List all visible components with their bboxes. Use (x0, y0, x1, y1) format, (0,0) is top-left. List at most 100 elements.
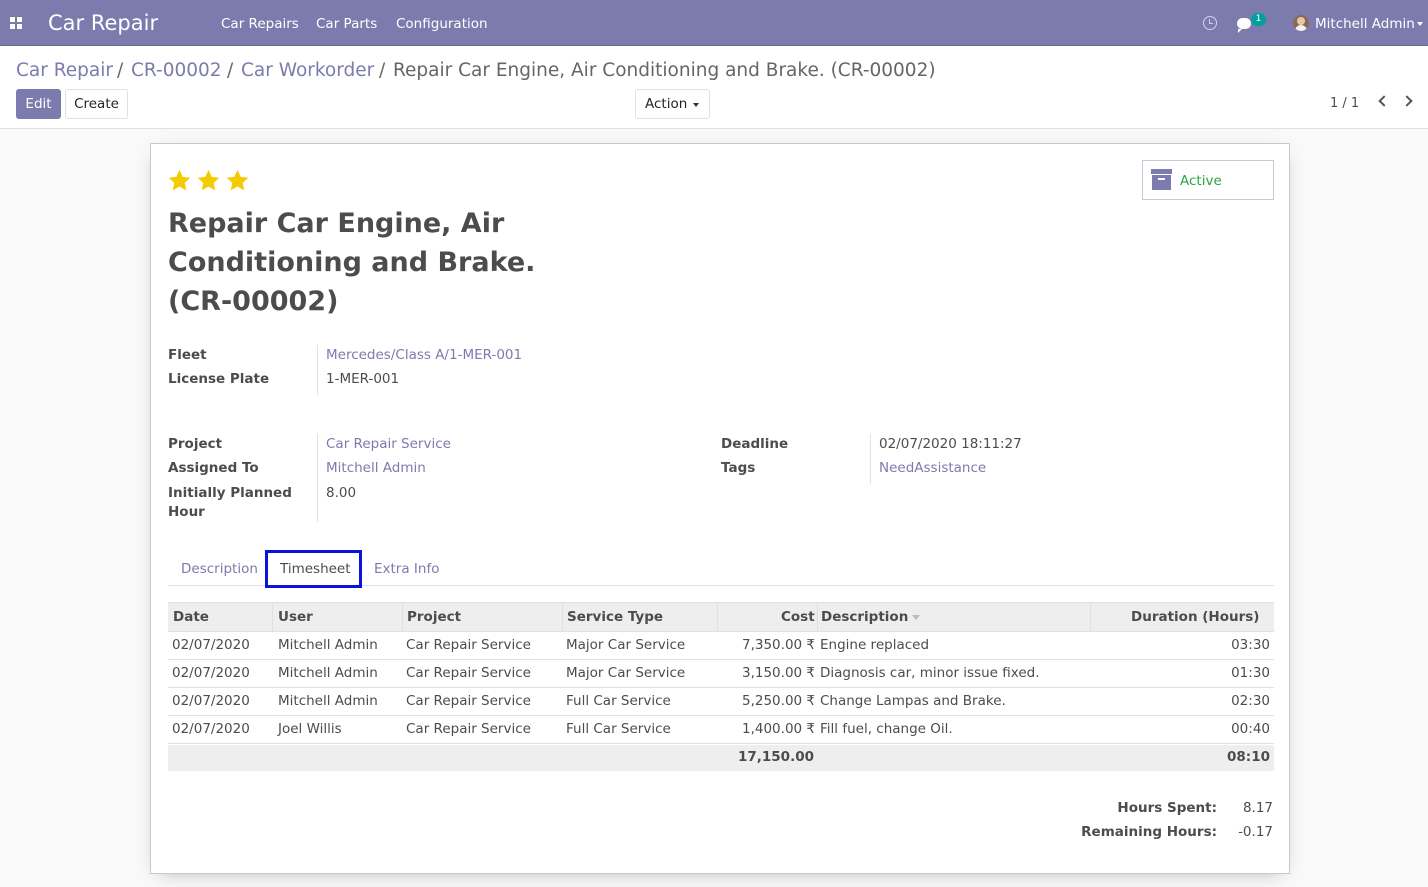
cell-duration: 01:30 (1231, 665, 1270, 681)
table-row[interactable]: 02/07/2020 Mitchell Admin Car Repair Ser… (168, 688, 1274, 716)
cell-project: Car Repair Service (406, 721, 531, 737)
chat-count-badge: 1 (1251, 13, 1266, 26)
menu-car-parts[interactable]: Car Parts (316, 16, 377, 32)
col-project[interactable]: Project (407, 609, 461, 625)
project-label: Project (168, 436, 223, 452)
caret-down-icon (693, 103, 699, 107)
chevron-down-icon[interactable] (1417, 22, 1423, 26)
menu-car-repairs[interactable]: Car Repairs (221, 16, 299, 32)
cell-date: 02/07/2020 (172, 637, 250, 653)
tags-label: Tags (721, 460, 756, 476)
cell-user: Joel Willis (278, 721, 342, 737)
planned-hours-value: 8.00 (326, 485, 357, 501)
cell-duration: 03:30 (1231, 637, 1270, 653)
active-toggle-button[interactable]: Active (1142, 160, 1274, 200)
remaining-hours-label: Remaining Hours: (1081, 824, 1217, 840)
tab-extra-info[interactable]: Extra Info (374, 561, 439, 577)
user-menu[interactable]: Mitchell Admin (1315, 16, 1415, 32)
total-duration: 08:10 (1227, 749, 1270, 765)
hours-spent-value: 8.17 (1242, 800, 1273, 816)
record-title: Repair Car Engine, Air Conditioning and … (168, 208, 536, 317)
field-divider (317, 434, 318, 522)
breadcrumb-separator: / (117, 60, 124, 81)
assigned-to-label: Assigned To (168, 460, 259, 476)
tab-description[interactable]: Description (181, 561, 258, 577)
col-date[interactable]: Date (173, 609, 209, 625)
hours-spent-label: Hours Spent: (1117, 800, 1217, 816)
menu-configuration[interactable]: Configuration (396, 16, 488, 32)
app-title[interactable]: Car Repair (48, 11, 158, 35)
cell-duration: 02:30 (1231, 693, 1270, 709)
cell-date: 02/07/2020 (172, 721, 250, 737)
table-row[interactable]: 02/07/2020 Mitchell Admin Car Repair Ser… (168, 632, 1274, 660)
breadcrumb-separator: / (227, 60, 234, 81)
assigned-to-value[interactable]: Mitchell Admin (326, 459, 426, 478)
breadcrumb-cr-00002[interactable]: CR-00002 (131, 60, 222, 81)
planned-hours-label: Initially Planned Hour (168, 485, 292, 520)
cell-project: Car Repair Service (406, 693, 531, 709)
fleet-value[interactable]: Mercedes/Class A/1-MER-001 (326, 346, 522, 365)
total-cost: 17,150.00 (737, 749, 814, 765)
cell-project: Car Repair Service (406, 665, 531, 681)
breadcrumb-current: Repair Car Engine, Air Conditioning and … (393, 60, 936, 81)
col-description-label: Description (821, 609, 909, 625)
cell-project: Car Repair Service (406, 637, 531, 653)
cell-description: Change Lampas and Brake. (820, 693, 1006, 709)
chevron-right-icon[interactable] (1401, 95, 1413, 107)
cell-service-type: Full Car Service (566, 721, 671, 737)
col-user[interactable]: User (278, 609, 313, 625)
pager-value[interactable]: 1 / 1 (1330, 96, 1359, 111)
tag-need-assistance[interactable]: NeedAssistance (879, 459, 986, 478)
cell-cost: 1,400.00 ₹ (742, 721, 815, 737)
table-row[interactable]: 02/07/2020 Joel Willis Car Repair Servic… (168, 716, 1274, 744)
cell-service-type: Full Car Service (566, 693, 671, 709)
project-value[interactable]: Car Repair Service (326, 435, 451, 454)
chat-icon[interactable] (1237, 18, 1251, 33)
control-panel: Car Repair / CR-00002 / Car Workorder / … (0, 46, 1428, 129)
remaining-hours-value: -0.17 (1238, 824, 1273, 840)
table-header: Date User Project Service Type Cost Desc… (168, 602, 1274, 632)
cell-user: Mitchell Admin (278, 665, 378, 681)
top-navbar: Car Repair Car Repairs Car Parts Configu… (0, 0, 1428, 46)
action-label: Action (645, 96, 688, 112)
create-button[interactable]: Create (65, 89, 128, 119)
cell-service-type: Major Car Service (566, 637, 686, 653)
priority-star-icon[interactable] (167, 168, 192, 193)
col-service-type[interactable]: Service Type (567, 609, 663, 625)
action-dropdown[interactable]: Action (635, 89, 710, 119)
clock-icon[interactable] (1203, 16, 1217, 30)
breadcrumb-car-repair[interactable]: Car Repair (16, 60, 113, 81)
col-duration[interactable]: Duration (Hours) (1131, 609, 1259, 625)
active-label: Active (1180, 173, 1222, 189)
avatar[interactable] (1293, 15, 1309, 31)
chevron-left-icon[interactable] (1378, 95, 1390, 107)
breadcrumb-car-workorder[interactable]: Car Workorder (241, 60, 374, 81)
cell-cost: 3,150.00 ₹ (742, 665, 815, 681)
col-cost[interactable]: Cost (781, 609, 815, 625)
apps-grid-icon[interactable] (10, 17, 22, 29)
breadcrumb-separator: / (379, 60, 386, 81)
cell-description: Diagnosis car, minor issue fixed. (820, 665, 1040, 681)
license-plate-value: 1-MER-001 (326, 371, 400, 387)
cell-user: Mitchell Admin (278, 693, 378, 709)
deadline-label: Deadline (721, 436, 789, 452)
tab-timesheet[interactable]: Timesheet (265, 550, 362, 588)
sort-down-icon (912, 614, 921, 620)
table-row[interactable]: 02/07/2020 Mitchell Admin Car Repair Ser… (168, 660, 1274, 688)
form-sheet: Repair Car Engine, Air Conditioning and … (150, 143, 1290, 874)
cell-duration: 00:40 (1231, 721, 1270, 737)
fleet-label: Fleet (168, 347, 207, 363)
edit-button[interactable]: Edit (16, 89, 61, 119)
priority-star-icon[interactable] (196, 168, 221, 193)
table-footer-totals: 17,150.00 08:10 (168, 745, 1274, 771)
tab-timesheet-label: Timesheet (280, 561, 351, 577)
col-description[interactable]: Description (821, 609, 921, 625)
license-plate-label: License Plate (168, 371, 270, 387)
cell-service-type: Major Car Service (566, 665, 686, 681)
priority-star-icon[interactable] (225, 168, 250, 193)
deadline-value: 02/07/2020 18:11:27 (879, 436, 1022, 452)
cell-description: Fill fuel, change Oil. (820, 721, 953, 737)
cell-description: Engine replaced (820, 637, 930, 653)
cell-date: 02/07/2020 (172, 693, 250, 709)
archive-icon (1151, 169, 1172, 190)
